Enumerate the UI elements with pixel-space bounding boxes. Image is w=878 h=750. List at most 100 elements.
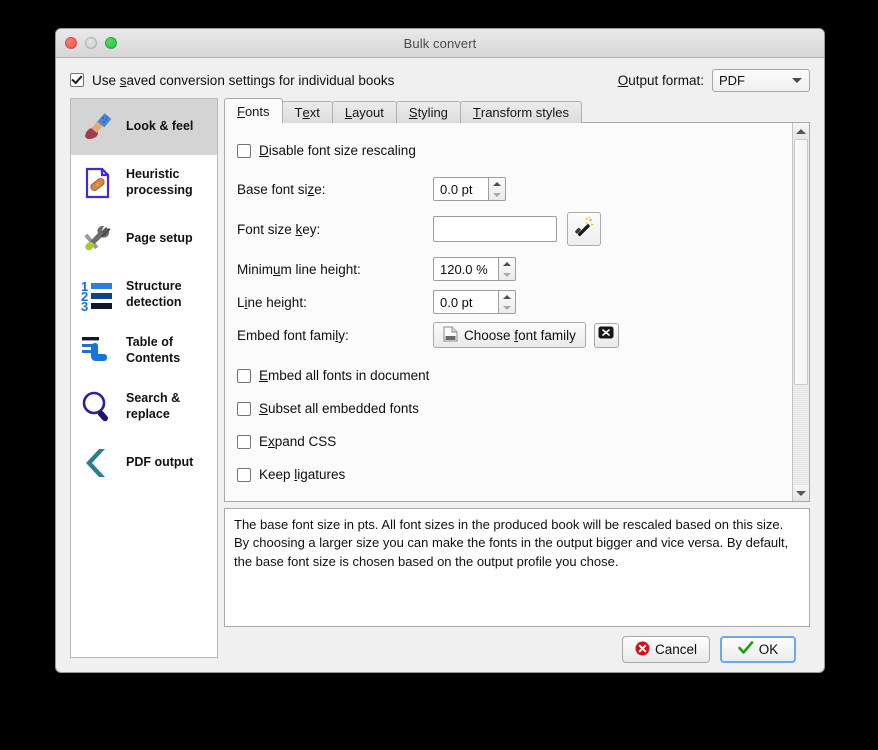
choose-font-family-label: Choose font family (464, 328, 576, 343)
base-font-size-label-rest: e: (314, 181, 326, 197)
min-line-height-accel: u (273, 261, 281, 277)
base-font-size-stepper[interactable]: 0.0 pt (433, 177, 506, 201)
tab-styling-accel: S (408, 105, 418, 120)
spin-up-icon[interactable] (499, 291, 515, 302)
expand-css-pre: E (259, 434, 269, 449)
minimum-line-height-stepper[interactable]: 120.0 % (433, 257, 516, 281)
sidebar-item-label: Structure detection (126, 279, 182, 309)
embed-font-family-row: Embed font family: Choose font family (237, 320, 778, 350)
embed-all-fonts-row: Embed all fonts in document (237, 362, 778, 389)
close-window-button[interactable] (65, 37, 77, 49)
window-traffic-lights (65, 37, 117, 49)
disable-rescaling-accel: D (259, 143, 269, 158)
cancel-icon (635, 641, 650, 659)
bulk-convert-window: Bulk convert Use saved conversion settin… (55, 28, 825, 673)
clear-font-family-button[interactable] (593, 322, 619, 348)
wrench-screwdriver-icon (77, 219, 117, 259)
document-bandaid-icon (77, 163, 117, 203)
tab-transform-accel: T (472, 105, 481, 120)
sidebar-item-label: Page setup (126, 231, 193, 246)
expand-css-checkbox[interactable] (237, 434, 251, 449)
subset-fonts-rest: ubset all embedded fonts (268, 401, 419, 416)
cancel-button-label: Cancel (654, 642, 697, 657)
base-font-size-value[interactable]: 0.0 pt (433, 177, 489, 201)
zoom-window-button[interactable] (105, 37, 117, 49)
minimum-line-height-row: Minimum line height: 120.0 % (237, 254, 778, 284)
scrollbar-track[interactable] (793, 139, 809, 485)
embed-font-family-label: Embed font family: (237, 328, 433, 343)
scroll-up-arrow-icon[interactable] (793, 123, 809, 139)
tab-layout[interactable]: Layout (331, 101, 397, 123)
spin-up-icon[interactable] (499, 258, 515, 269)
minimum-line-height-spin-buttons[interactable] (499, 257, 516, 281)
keep-ligatures-checkbox[interactable] (237, 467, 251, 482)
output-format-select[interactable]: PDF (712, 68, 810, 92)
embed-all-fonts-rest: mbed all fonts in document (268, 368, 430, 383)
line-height-label: Line height: (237, 295, 433, 310)
ok-button[interactable]: OK (720, 636, 796, 663)
subset-embedded-fonts-label: Subset all embedded fonts (259, 401, 419, 416)
settings-category-list[interactable]: Look & feel Heuristic processing Page se… (70, 98, 218, 658)
line-height-label-pre: L (237, 294, 245, 310)
sidebar-item-page-setup[interactable]: Page setup (71, 211, 217, 267)
tab-fonts-accel: F (237, 103, 245, 119)
font-size-key-label-rest: ey: (302, 221, 321, 237)
settings-scrollbar[interactable] (792, 123, 809, 501)
keep-ligatures-pre: Keep (259, 467, 295, 482)
sidebar-item-label: Heuristic processing (126, 167, 193, 197)
font-size-key-input[interactable] (433, 216, 557, 242)
tab-transform-styles[interactable]: Transform styles (459, 101, 583, 123)
tab-text[interactable]: Te xt (281, 101, 333, 123)
magnifier-icon (77, 387, 117, 427)
sidebar-item-heuristic-processing[interactable]: Heuristic processing (71, 155, 217, 211)
subset-embedded-fonts-checkbox[interactable] (237, 401, 251, 416)
disable-font-size-rescaling-label: Disable font size rescaling (259, 143, 416, 158)
tab-text-accel: e (302, 105, 310, 120)
spin-down-icon[interactable] (499, 269, 515, 280)
sidebar-item-table-of-contents[interactable]: Table of Contents (71, 323, 217, 379)
embed-all-fonts-checkbox[interactable] (237, 368, 251, 383)
line-height-value[interactable]: 0.0 pt (433, 290, 499, 314)
line-height-spin-buttons[interactable] (499, 290, 516, 314)
spin-down-icon[interactable] (499, 302, 515, 313)
minimize-window-button[interactable] (85, 37, 97, 49)
sidebar-item-label: Look & feel (126, 119, 194, 134)
scroll-down-arrow-icon[interactable] (793, 485, 809, 501)
sidebar-item-search-and-replace[interactable]: Search & replace (71, 379, 217, 435)
ttf-file-icon (443, 326, 458, 345)
font-size-key-wizard-button[interactable] (567, 212, 601, 246)
min-line-height-label-pre: Minim (237, 261, 273, 277)
subset-fonts-accel: S (259, 401, 269, 416)
tab-styling[interactable]: Styling (395, 101, 461, 123)
toc-hand-icon (77, 331, 117, 371)
disable-font-size-rescaling-row: Disable font size rescaling (237, 137, 778, 164)
desktop-background: Bulk convert Use saved conversion settin… (0, 0, 878, 750)
sidebar-item-pdf-output[interactable]: PDF output (71, 435, 217, 491)
magic-wand-icon (572, 215, 596, 244)
tab-fonts[interactable]: Fonts (224, 98, 283, 123)
use-saved-settings-checkbox[interactable] (70, 73, 84, 87)
dialog-body: Look & feel Heuristic processing Page se… (56, 98, 824, 663)
choose-font-family-button[interactable]: Choose font family (433, 322, 586, 348)
minimum-line-height-value[interactable]: 120.0 % (433, 257, 499, 281)
cancel-button[interactable]: Cancel (621, 636, 710, 663)
base-font-size-row: Base font size: 0.0 pt (237, 174, 778, 204)
embed-all-fonts-accel: E (259, 368, 269, 383)
choose-font-btn-pre: Choose (464, 327, 515, 343)
output-format-accel: O (617, 72, 629, 88)
embed-font-family-label-rest: y: (338, 327, 349, 343)
expand-css-label: Expand CSS (259, 434, 336, 449)
line-height-stepper[interactable]: 0.0 pt (433, 290, 516, 314)
keep-ligatures-rest: igatures (297, 467, 346, 482)
sidebar-item-look-and-feel[interactable]: Look & feel (71, 99, 217, 155)
spin-up-icon[interactable] (489, 178, 505, 189)
base-font-size-spin-buttons[interactable] (489, 177, 506, 201)
scrollbar-thumb[interactable] (794, 139, 808, 385)
tab-styling-label: tyling (417, 105, 448, 120)
use-saved-settings-text-pre: Use (92, 72, 120, 88)
base-font-size-label: Base font size: (237, 182, 433, 197)
window-titlebar[interactable]: Bulk convert (56, 29, 824, 58)
disable-font-size-rescaling-checkbox[interactable] (237, 143, 251, 158)
sidebar-item-structure-detection[interactable]: 1 2 3 Structure detection (71, 267, 217, 323)
spin-down-icon[interactable] (489, 189, 505, 200)
